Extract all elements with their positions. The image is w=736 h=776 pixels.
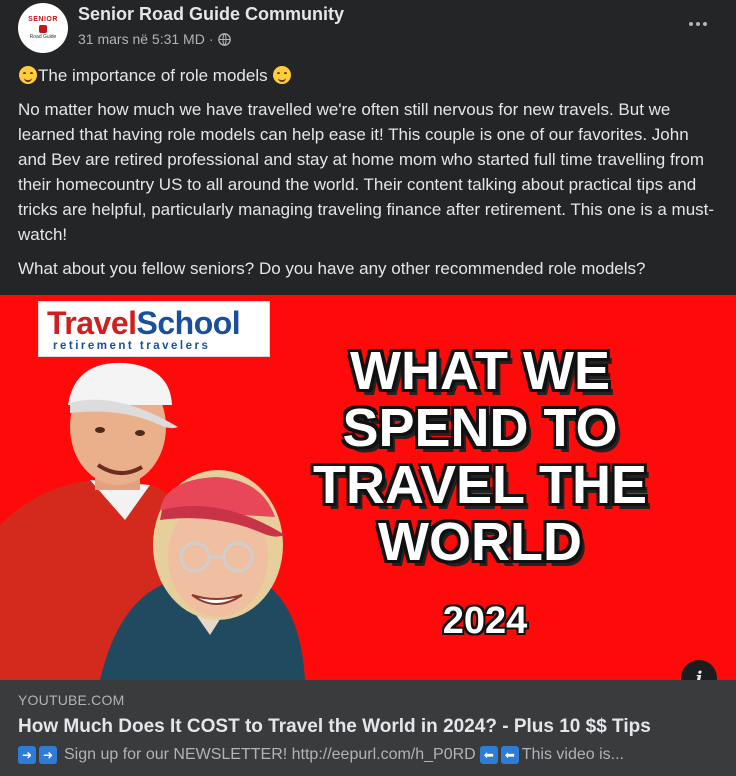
more-dot: [689, 22, 693, 26]
thumbnail-headline: WHAT WE SPEND TO TRAVEL THE WORLD: [300, 343, 660, 571]
post-meta: 31 mars në 5:31 MD ·: [78, 31, 231, 47]
headline-line: WHAT WE: [350, 341, 610, 401]
video-thumbnail[interactable]: TravelSchool retirement travelers WHAT W…: [0, 295, 736, 680]
post-body: No matter how much we have travelled we'…: [18, 100, 715, 244]
hugging-face-icon: [19, 66, 37, 84]
logo-tagline: retirement travelers: [53, 340, 211, 352]
hugging-face-icon: [273, 66, 292, 84]
more-dot: [696, 22, 700, 26]
logo-wordmark: TravelSchool: [47, 304, 241, 342]
link-title[interactable]: How Much Does It COST to Travel the Worl…: [18, 716, 651, 738]
logo-word-travel: Travel: [47, 305, 137, 341]
post-question: What about you fellow seniors? Do you ha…: [18, 259, 646, 278]
link-description-text: Sign up for our NEWSLETTER! http://eepur…: [64, 746, 476, 763]
avatar-line-1: SENIOR: [28, 16, 58, 23]
post-title: The importance of role models: [38, 66, 268, 85]
left-arrow-icon: ⬅: [500, 746, 519, 764]
post-title-line: The importance of role models: [18, 63, 718, 88]
more-options-button[interactable]: [680, 10, 716, 38]
page-avatar[interactable]: SENIOR Road Guide: [18, 3, 68, 53]
thumbnail-year: 2024: [442, 600, 528, 642]
post-header: SENIOR Road Guide Senior Road Guide Comm…: [0, 0, 736, 60]
headline-line: TRAVEL THE: [312, 455, 648, 515]
left-arrow-icon: ⬅: [479, 746, 498, 764]
facebook-post: SENIOR Road Guide Senior Road Guide Comm…: [0, 0, 736, 776]
travelschool-logo: TravelSchool retirement travelers: [38, 301, 270, 357]
link-description-tail: This video is...: [521, 746, 624, 763]
link-preview[interactable]: YOUTUBE.COM How Much Does It COST to Tra…: [0, 680, 736, 776]
right-arrow-icon: ➜: [18, 746, 36, 764]
right-arrow-icon: ➜: [39, 746, 57, 764]
headline-line: SPEND TO: [342, 398, 618, 458]
post-timestamp[interactable]: 31 mars në 5:31 MD: [78, 31, 205, 47]
avatar-mark: [39, 25, 47, 33]
more-dot: [703, 22, 707, 26]
headline-line: WORLD: [378, 512, 582, 572]
link-description: ➜ ➜ Sign up for our NEWSLETTER! http://e…: [18, 746, 708, 764]
globe-icon[interactable]: [217, 32, 231, 46]
link-domain: YOUTUBE.COM: [18, 692, 125, 708]
meta-separator: ·: [208, 31, 214, 47]
author-name[interactable]: Senior Road Guide Community: [78, 4, 344, 25]
post-text: The importance of role models No matter …: [18, 60, 718, 281]
logo-word-school: School: [136, 305, 241, 341]
avatar-line-2: Road Guide: [29, 34, 57, 40]
